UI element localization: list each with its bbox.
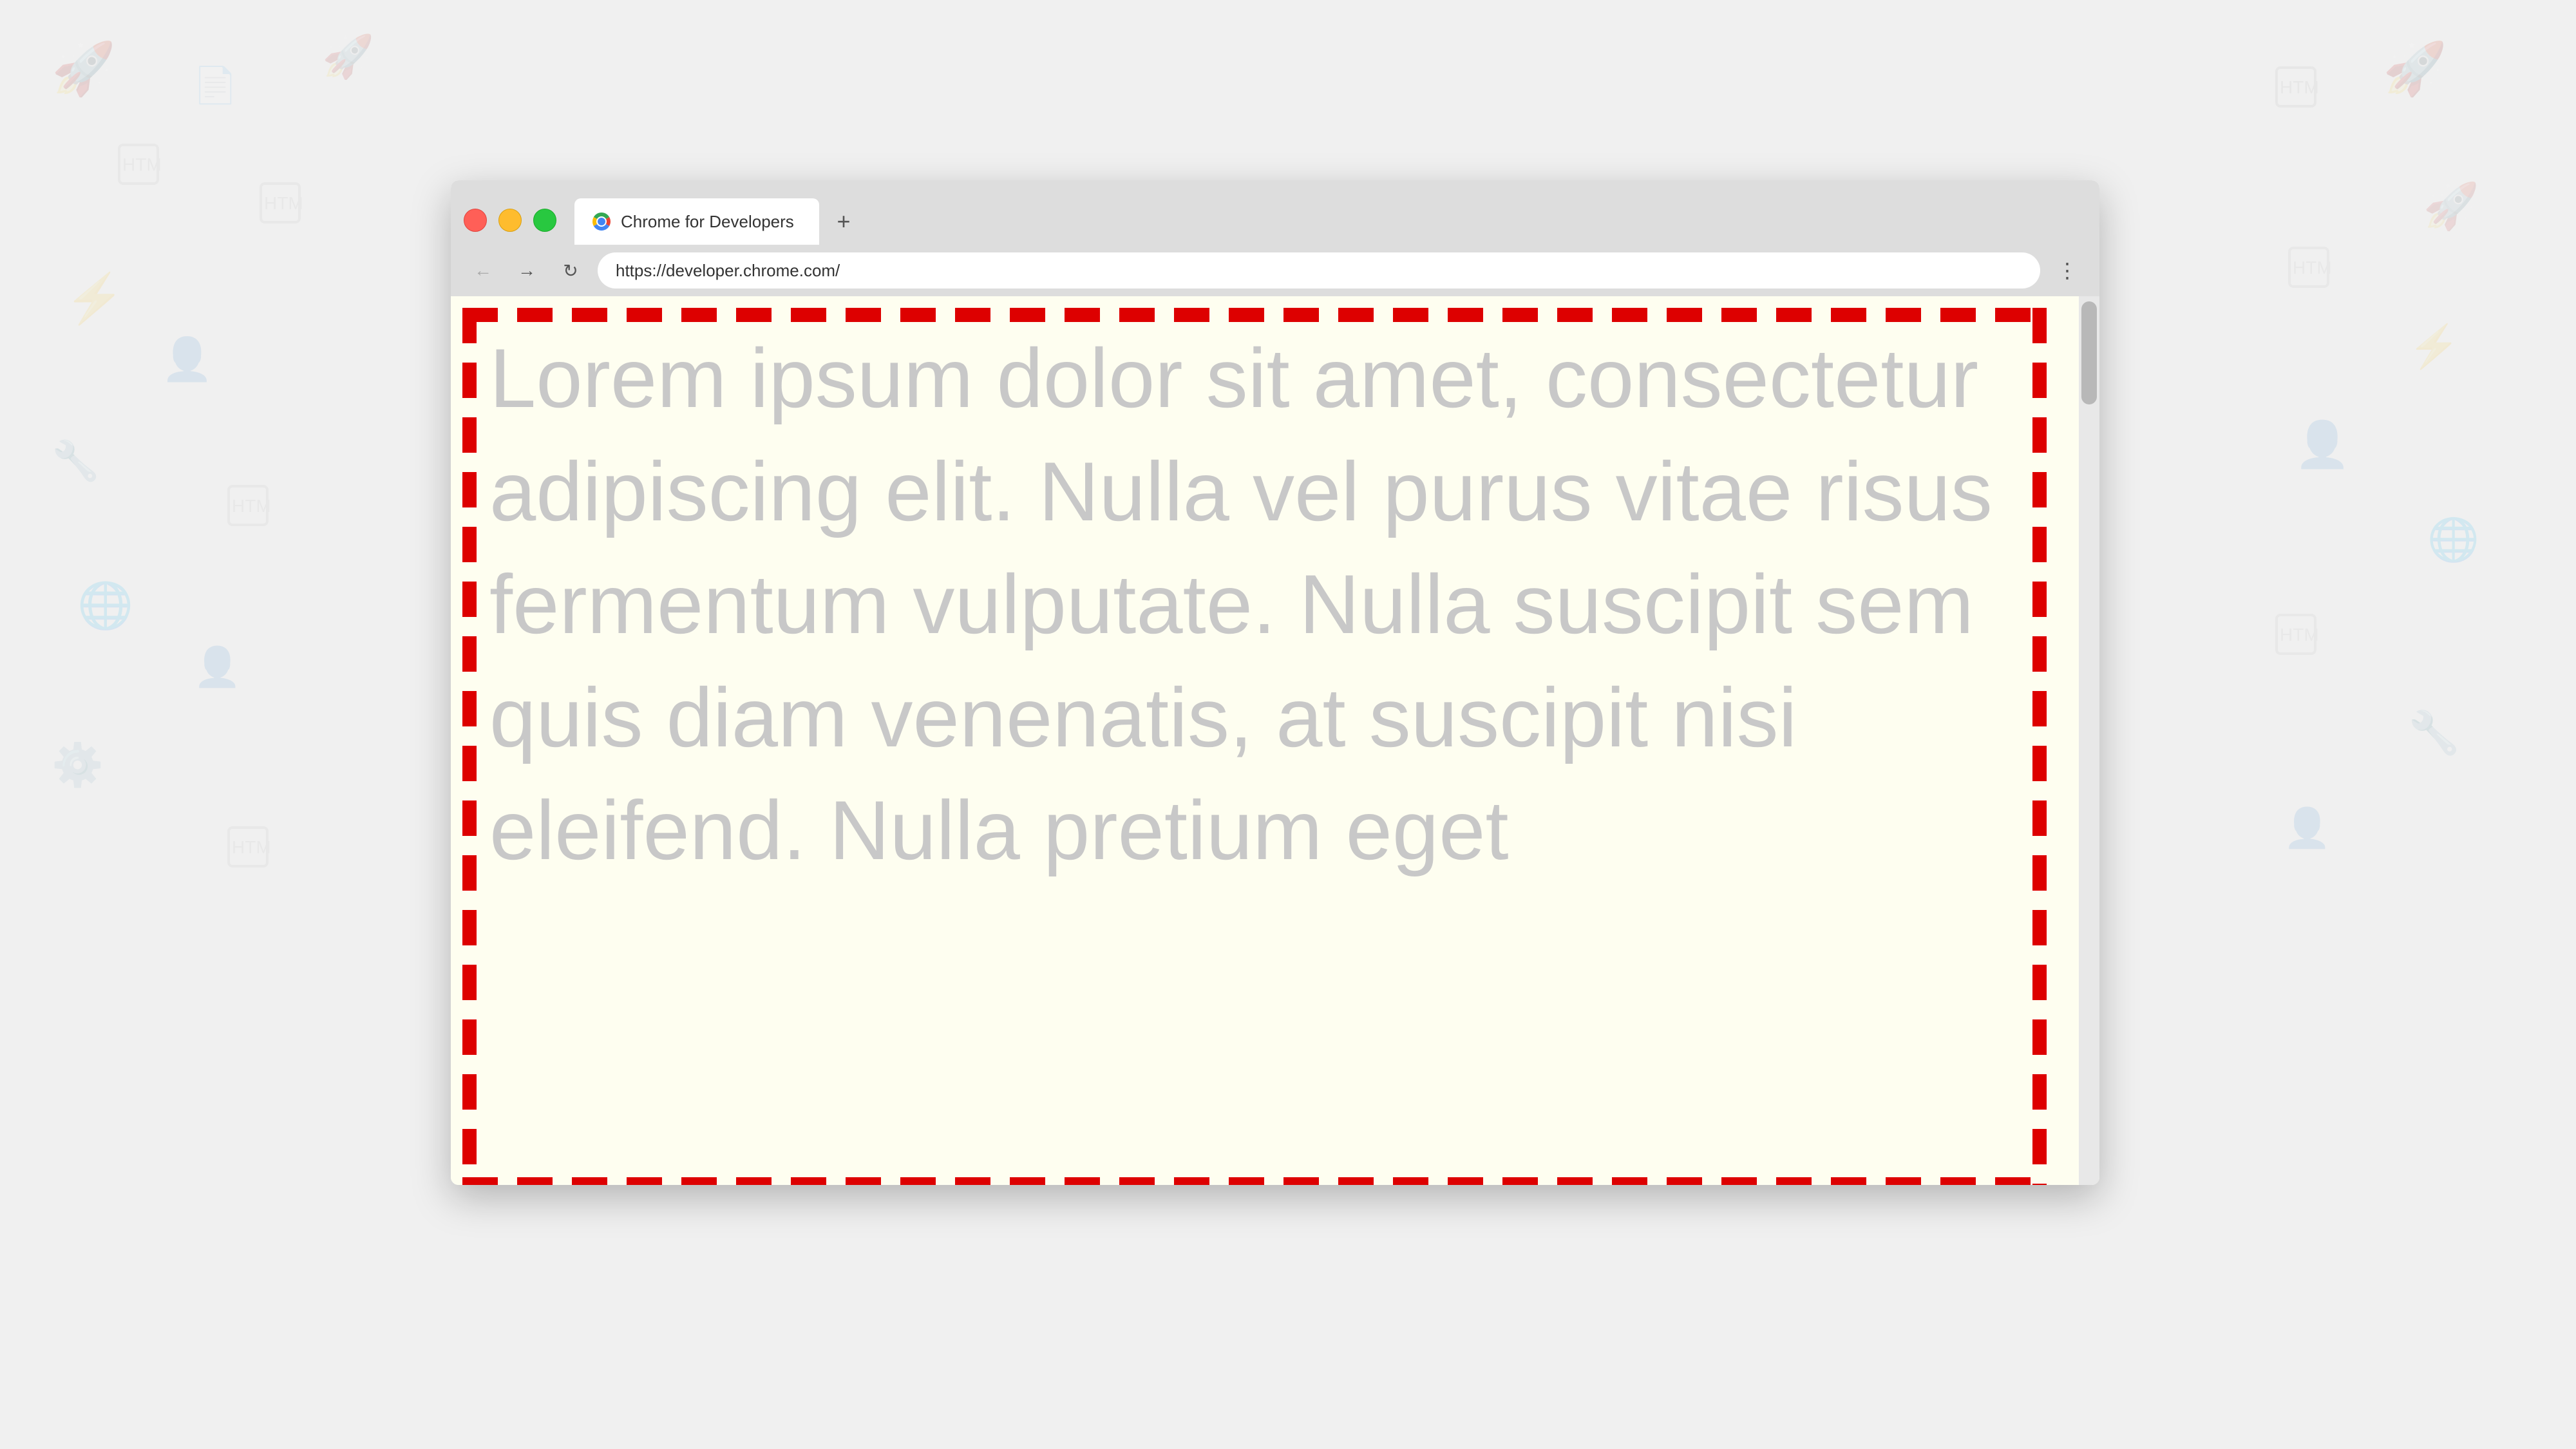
bg-icon: 🚀 (2383, 39, 2447, 99)
bg-icon: 👤 (2283, 805, 2331, 851)
svg-text:HTML: HTML (2280, 625, 2318, 645)
close-button[interactable] (464, 209, 487, 232)
bg-icon: 👤 (193, 644, 242, 690)
bg-icon: 🔧 (52, 438, 100, 484)
svg-text:HTML: HTML (232, 837, 270, 857)
active-tab[interactable]: Chrome for Developers (574, 198, 819, 245)
bg-icon: HTML (225, 483, 270, 537)
dashed-border-bottom (462, 1177, 2047, 1185)
bg-icon: ⚡ (64, 270, 124, 327)
tab-bar: Chrome for Developers + (451, 180, 2099, 245)
bg-icon: HTML (2273, 612, 2318, 666)
bg-icon: HTML (225, 824, 270, 878)
svg-text:HTML: HTML (122, 155, 161, 175)
browser-menu-button[interactable]: ⋮ (2050, 254, 2084, 287)
browser-window: Chrome for Developers + ← → ↻ https://de… (451, 180, 2099, 1185)
svg-text:HTML: HTML (2293, 258, 2331, 278)
back-button[interactable]: ← (466, 254, 500, 287)
svg-text:HTML: HTML (2280, 77, 2318, 97)
svg-text:HTML: HTML (264, 193, 303, 213)
bg-icon: ⚡ (2408, 322, 2460, 371)
page-text: Lorem ipsum dolor sit amet, consectetur … (451, 296, 2079, 913)
bg-icon: HTML (2286, 245, 2331, 299)
bg-icon: HTML (116, 142, 161, 194)
bg-icon: 🚀 (2423, 180, 2479, 233)
bg-icon: 🚀 (322, 32, 374, 81)
forward-button[interactable]: → (510, 254, 544, 287)
bg-icon: 🚀 (52, 39, 116, 99)
bg-icon: 🌐 (77, 580, 133, 632)
bg-icon: ⚙️ (52, 741, 104, 790)
bg-icon: 👤 (161, 335, 213, 384)
new-tab-button[interactable]: + (827, 205, 860, 238)
bg-icon: 🔧 (2408, 708, 2460, 757)
window-controls (464, 209, 556, 232)
address-bar-row: ← → ↻ https://developer.chrome.com/ ⋮ (451, 245, 2099, 296)
bg-icon: HTML (258, 180, 303, 234)
browser-chrome: Chrome for Developers + ← → ↻ https://de… (451, 180, 2099, 296)
url-text: https://developer.chrome.com/ (616, 261, 2022, 281)
scrollbar[interactable] (2079, 296, 2099, 1185)
browser-content: Lorem ipsum dolor sit amet, consectetur … (451, 296, 2099, 1185)
reload-button[interactable]: ↻ (554, 254, 587, 287)
bg-icon: 👤 (2295, 419, 2351, 471)
bg-icon: 📄 (193, 64, 237, 106)
bg-icon: HTML (2273, 64, 2318, 118)
tab-favicon (590, 210, 613, 233)
svg-text:HTML: HTML (232, 496, 270, 516)
scrollbar-thumb[interactable] (2081, 301, 2097, 404)
maximize-button[interactable] (533, 209, 556, 232)
minimize-button[interactable] (498, 209, 522, 232)
address-bar[interactable]: https://developer.chrome.com/ (598, 252, 2040, 289)
bg-icon: 🌐 (2427, 515, 2479, 564)
tab-title: Chrome for Developers (621, 212, 794, 232)
